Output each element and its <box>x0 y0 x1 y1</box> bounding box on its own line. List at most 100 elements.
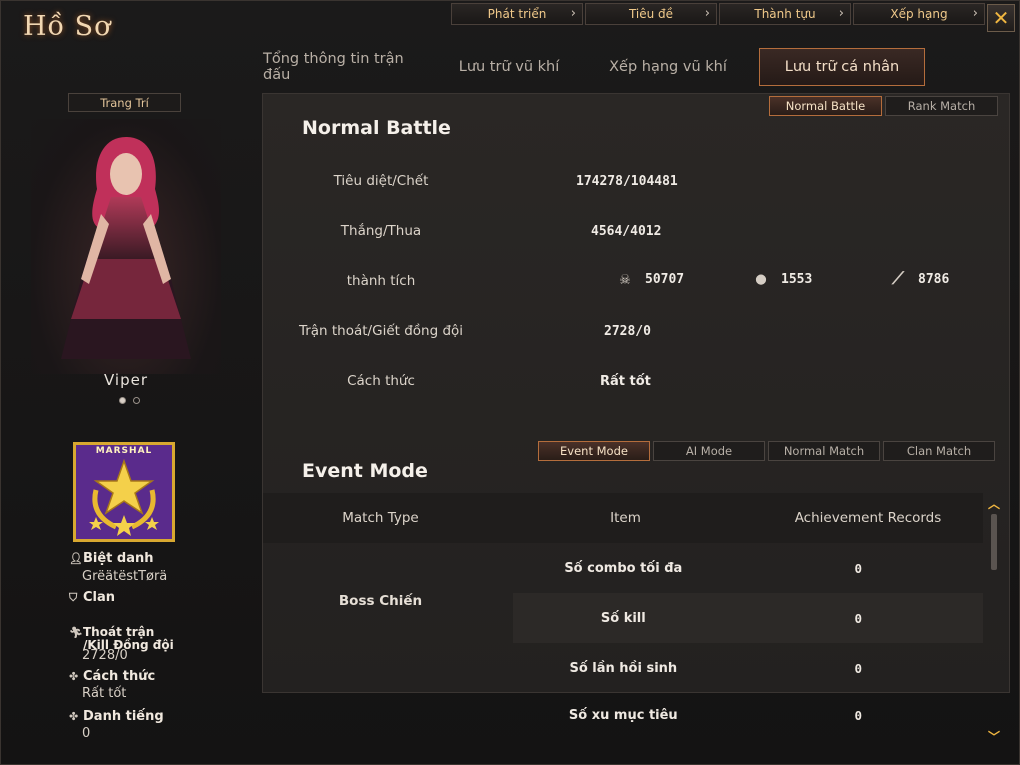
scroll-down-icon[interactable]: ﹀ <box>987 728 1001 745</box>
manner-value: Rất tốt <box>82 686 127 701</box>
nav-label: Phát triển <box>487 7 547 21</box>
clan-label-row: ⛉ Clan <box>69 590 115 605</box>
chevron-right-icon: › <box>570 6 576 21</box>
manner-row-value: Rất tốt <box>600 374 651 389</box>
close-icon: ✕ <box>992 6 1010 30</box>
clover-icon: ✤ <box>69 710 79 723</box>
item-cell: Số kill <box>600 610 646 626</box>
nickname-label-row: 👤︎ Biệt danh <box>69 551 167 566</box>
battle-mode-switch: Normal Battle Rank Match <box>769 96 998 116</box>
kill-death-value: 174278/104481 <box>576 174 678 189</box>
header-match-type: Match Type <box>342 510 419 526</box>
tab-bar: Tổng thông tin trận đấu Lưu trữ vũ khí X… <box>251 48 925 86</box>
manner-label: Cách thức <box>83 669 156 684</box>
normal-battle-button[interactable]: Normal Battle <box>769 96 882 116</box>
reputation-label-row: ✤ Danh tiếng <box>69 709 164 724</box>
nav-achievement-button[interactable]: Thành tựu › <box>719 3 851 25</box>
record-cell: 0 <box>854 708 863 723</box>
desert-block: 🏃︎ Thoát trận /Kill Đồng đội 2728/0 <box>69 625 174 663</box>
table-row: Số lần hồi sinh 0 <box>513 643 983 693</box>
nav-title-button[interactable]: Tiêu đề › <box>585 3 717 25</box>
nickname-value: GrëätëstTørä <box>82 569 168 584</box>
decorate-button[interactable]: Trang Trí <box>68 93 181 112</box>
clan-match-button[interactable]: Clan Match <box>883 441 995 461</box>
nickname-block: 👤︎ Biệt danh GrëätëstTørä <box>69 551 167 584</box>
top-navigation: Phát triển › Tiêu đề › Thành tựu › Xếp hạng… <box>451 3 985 25</box>
grenade-icon: ● <box>755 269 767 289</box>
win-loss-value: 4564/4012 <box>591 224 662 239</box>
headshot-value: 50707 <box>645 271 685 287</box>
manner-label-row: ✤ Cách thức <box>69 669 155 684</box>
reputation-label: Danh tiếng <box>83 709 164 724</box>
knife-stat: ⟋ 8786 <box>888 269 949 289</box>
character-figure <box>61 137 191 359</box>
rank-match-button[interactable]: Rank Match <box>885 96 998 116</box>
table-row: Số kill 0 <box>513 593 983 643</box>
scroll-thumb[interactable] <box>991 514 997 570</box>
desert-teamkill-value: 2728/0 <box>604 324 651 339</box>
normal-battle-title: Normal Battle <box>302 117 451 139</box>
clan-shield-icon: ⛉ <box>69 590 78 604</box>
chevron-right-icon: › <box>704 6 710 21</box>
tab-match-summary[interactable]: Tổng thông tin trận đấu <box>251 48 439 86</box>
character-name: Viper <box>103 371 149 389</box>
reputation-value: 0 <box>82 726 91 741</box>
desert-teamkill-label: Trận thoát/Giết đồng đội <box>298 323 464 339</box>
event-mode-button[interactable]: Event Mode <box>538 441 650 461</box>
header-achievement-records: Achievement Records <box>794 510 942 526</box>
manner-row-label: Cách thức <box>347 373 415 389</box>
nav-development-button[interactable]: Phát triển › <box>451 3 583 25</box>
character-pager <box>119 397 140 404</box>
rank-name: MARSHAL <box>95 446 153 456</box>
window-title: Hồ Sơ <box>23 11 112 42</box>
running-man-icon: 🏃︎ <box>69 625 83 639</box>
item-cell: Số combo tối đa <box>564 560 683 576</box>
knife-icon: ⟋ <box>892 269 904 289</box>
rank-badge: MARSHAL <box>73 442 175 542</box>
pager-dot[interactable] <box>133 397 140 404</box>
reputation-block: ✤ Danh tiếng 0 <box>69 709 164 741</box>
close-button[interactable]: ✕ <box>987 4 1015 32</box>
desert-label-1: Thoát trận <box>83 625 155 639</box>
win-loss-label: Thắng/Thua <box>340 223 422 239</box>
chevron-right-icon: › <box>972 6 978 21</box>
character-portrait <box>31 119 221 374</box>
nav-ranking-button[interactable]: Xếp hạng › <box>853 3 985 25</box>
normal-match-button[interactable]: Normal Match <box>768 441 880 461</box>
table-scrollbar[interactable]: ︿ ﹀ <box>987 495 1001 745</box>
ai-mode-button[interactable]: AI Mode <box>653 441 765 461</box>
scroll-up-icon[interactable]: ︿ <box>987 495 1001 512</box>
manner-block: ✤ Cách thức Rất tốt <box>69 669 155 701</box>
event-mode-switch: Event Mode AI Mode Normal Match Clan Mat… <box>538 441 995 461</box>
table-row: Số combo tối đa 0 <box>513 543 983 593</box>
record-cell: 0 <box>854 560 863 576</box>
chevron-right-icon: › <box>838 6 844 21</box>
nav-label: Xếp hạng <box>890 7 948 21</box>
achievement-label: thành tích <box>346 273 416 289</box>
header-item: Item <box>610 510 641 526</box>
kill-death-label: Tiêu diệt/Chết <box>333 173 429 189</box>
profile-window: Hồ Sơ Phát triển › Tiêu đề › Thành tựu › Xế… <box>0 0 1020 765</box>
clover-icon: ✤ <box>69 670 79 683</box>
pager-dot-active[interactable] <box>119 397 126 404</box>
match-type-cell: Boss Chiến <box>338 593 423 609</box>
grenade-value: 1553 <box>781 271 813 287</box>
tab-weapon-records[interactable]: Lưu trữ vũ khí <box>439 48 579 86</box>
nickname-label: Biệt danh <box>83 551 154 566</box>
tab-personal-records[interactable]: Lưu trữ cá nhân <box>759 48 925 86</box>
desert-label-row: 🏃︎ Thoát trận <box>69 625 174 639</box>
item-cell: Số xu mục tiêu <box>568 708 678 723</box>
record-cell: 0 <box>854 660 863 676</box>
event-mode-title: Event Mode <box>302 460 428 482</box>
grenade-stat: ● 1553 <box>751 269 812 289</box>
headshot-stat: ☠ 50707 <box>615 269 684 289</box>
marshal-star-icon <box>89 458 159 536</box>
knife-value: 8786 <box>918 271 950 287</box>
tab-weapon-ranking[interactable]: Xếp hạng vũ khí <box>579 48 757 86</box>
clan-label: Clan <box>83 590 116 605</box>
event-table-body: Boss Chiến Số combo tối đa 0 Số kill 0 S… <box>263 543 983 693</box>
skull-icon: ☠ <box>619 269 631 289</box>
user-icon: 👤︎ <box>69 552 83 565</box>
nav-label: Thành tựu <box>754 7 816 21</box>
clan-block: ⛉ Clan <box>69 590 115 605</box>
